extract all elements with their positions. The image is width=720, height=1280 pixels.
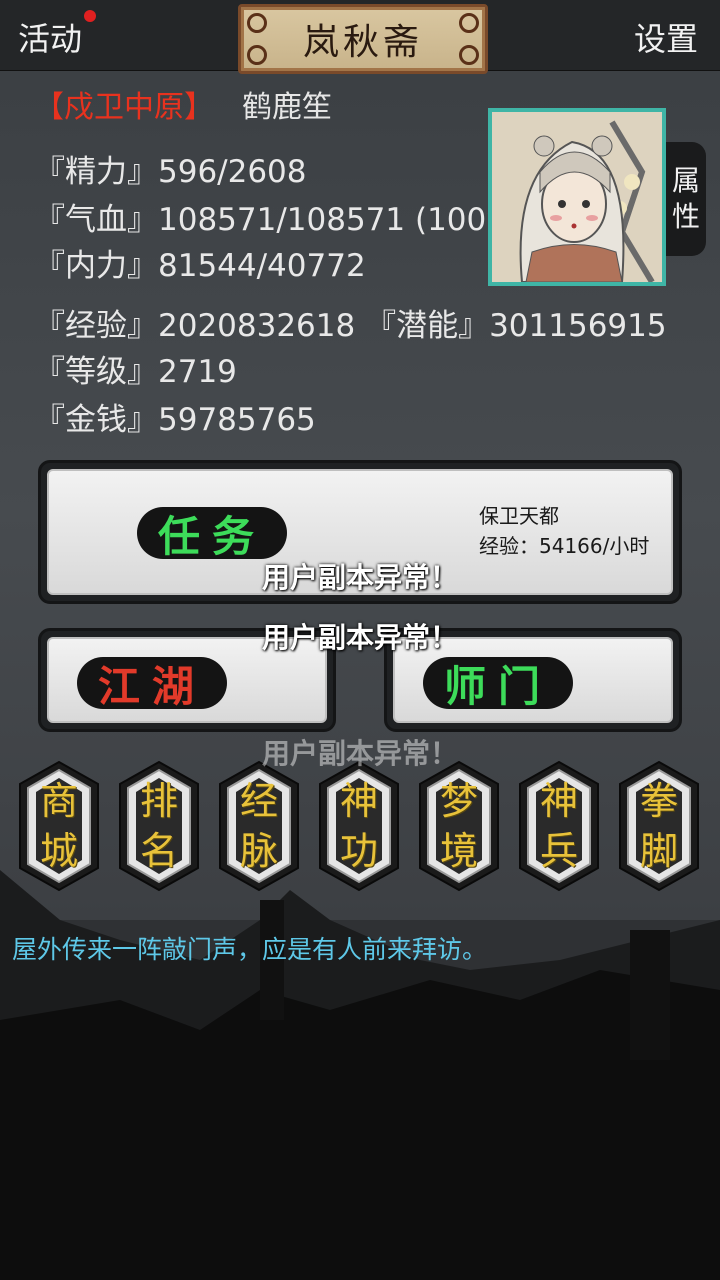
tile-char-top: 梦	[439, 779, 478, 823]
player-name: 鹤鹿笙	[242, 90, 332, 125]
menu-tile[interactable]: 拳脚	[618, 760, 700, 892]
task-label: 任务	[137, 507, 287, 561]
tile-char-top: 神	[339, 779, 378, 823]
menu-tile[interactable]: 排名	[118, 760, 200, 892]
menu-tile[interactable]: 梦境	[418, 760, 500, 892]
character-portrait[interactable]	[488, 108, 666, 286]
notification-dot	[84, 10, 96, 22]
menu-tile[interactable]: 经脉	[218, 760, 300, 892]
attributes-tab-char1: 属	[671, 164, 700, 197]
error-toast: 用户副本异常！	[261, 621, 458, 654]
task-name: 保卫天都	[479, 504, 559, 528]
menu-tile[interactable]: 商城	[18, 760, 100, 892]
tile-char-top: 经	[239, 779, 278, 823]
title-plaque: 岚秋斋	[238, 4, 488, 74]
inner-power-stat: 『内力』81544/40772	[34, 248, 366, 284]
tile-char-top: 排	[139, 779, 178, 823]
tile-char-top: 拳	[639, 779, 678, 823]
page-title: 岚秋斋	[302, 22, 423, 63]
ornament-icon	[459, 45, 479, 65]
shimen-label: 师门	[423, 657, 573, 711]
tile-label: 神兵	[518, 776, 600, 876]
jianghu-label: 江湖	[77, 657, 227, 711]
tile-char-bottom: 脉	[239, 829, 278, 873]
menu-tile[interactable]: 神功	[318, 760, 400, 892]
faction-label: 【戍卫中原】	[34, 90, 214, 125]
tile-label: 拳脚	[618, 776, 700, 876]
energy-stat: 『精力』596/2608	[34, 154, 307, 190]
settings-button[interactable]: 设置	[634, 14, 698, 60]
tile-char-bottom: 兵	[539, 829, 578, 873]
character-avatar-icon	[492, 112, 662, 282]
attributes-tab-char2: 性	[671, 200, 700, 233]
task-info: 保卫天都 经验：54166/小时	[479, 501, 649, 561]
message-log: 屋外传来一阵敲门声，应是有人前来拜访。	[12, 935, 488, 964]
money-stat: 『金钱』59785765	[34, 402, 316, 438]
tile-char-bottom: 功	[339, 829, 378, 873]
health-stat: 『气血』108571/108571 (100%)	[34, 202, 489, 238]
tile-label: 神功	[318, 776, 400, 876]
ornament-icon	[247, 45, 267, 65]
activity-button[interactable]: 活动	[18, 14, 82, 60]
tile-label: 经脉	[218, 776, 300, 876]
player-identity: 【戍卫中原】 鹤鹿笙	[34, 82, 332, 126]
tile-label: 梦境	[418, 776, 500, 876]
menu-tile[interactable]: 神兵	[518, 760, 600, 892]
error-toast: 用户副本异常！	[261, 737, 458, 770]
error-toast: 用户副本异常！	[261, 561, 458, 594]
tile-char-bottom: 境	[439, 829, 478, 873]
tile-char-bottom: 城	[39, 829, 78, 873]
ornament-icon	[459, 13, 479, 33]
attributes-tab[interactable]: 属 性	[666, 142, 706, 256]
exp-potential-stat: 『经验』2020832618 『潜能』301156915	[34, 308, 667, 344]
tile-char-bottom: 名	[139, 829, 178, 873]
top-bar: 活动 岚秋斋 设置	[0, 0, 720, 74]
rooftop-silhouette	[0, 870, 720, 1280]
tile-label: 商城	[18, 776, 100, 876]
tile-char-bottom: 脚	[639, 829, 678, 873]
tile-char-top: 神	[539, 779, 578, 823]
level-stat: 『等级』2719	[34, 354, 237, 390]
tile-char-top: 商	[39, 779, 78, 823]
tile-label: 排名	[118, 776, 200, 876]
ornament-icon	[247, 13, 267, 33]
